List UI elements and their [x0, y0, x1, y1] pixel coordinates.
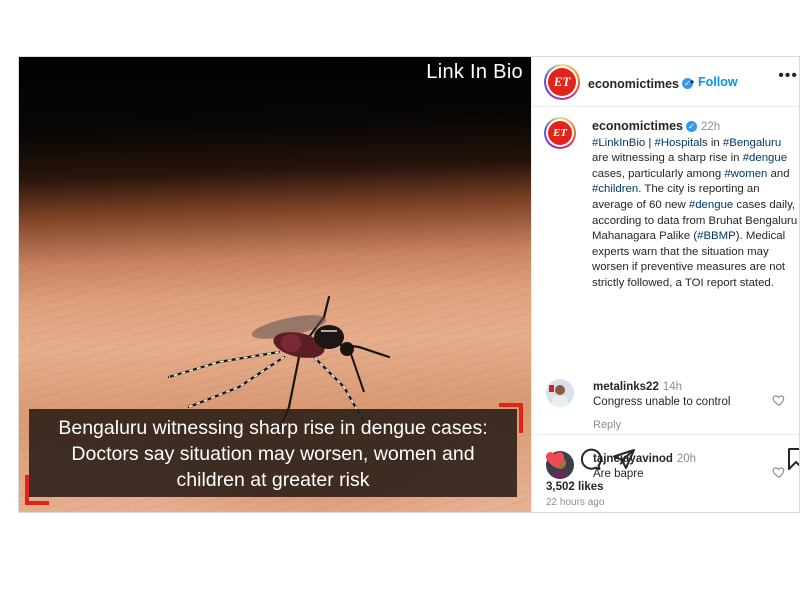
- comment-like-icon[interactable]: [772, 393, 786, 407]
- hashtag-link[interactable]: #Hospitals: [655, 137, 708, 149]
- hashtag-link[interactable]: #dengue: [743, 152, 787, 164]
- hashtag-link[interactable]: #women: [724, 168, 767, 180]
- comment-header: metalinks22 14h: [593, 381, 682, 393]
- post-actions: 3,502 likes 22 hours ago: [532, 434, 800, 512]
- image-headline: Bengaluru witnessing sharp rise in dengu…: [29, 409, 517, 497]
- post-header: ET economictimes ✓ • Follow •••: [532, 57, 799, 107]
- like-heart-icon[interactable]: [544, 447, 568, 471]
- post-timestamp: 22 hours ago: [546, 497, 605, 508]
- separator-dot: •: [690, 75, 695, 89]
- caption-text-segment: are witnessing a sharp rise in: [592, 152, 743, 165]
- caption-text-segment: cases, particularly among: [592, 167, 725, 180]
- caption-username[interactable]: economictimes: [592, 119, 683, 133]
- follow-button[interactable]: Follow: [698, 75, 738, 89]
- post-image[interactable]: Link In Bio Bengaluru witnessing sharp r…: [19, 57, 531, 512]
- caption-time: 22h: [701, 121, 721, 133]
- comment-username[interactable]: metalinks22: [593, 381, 659, 393]
- reply-button[interactable]: Reply: [593, 419, 621, 431]
- comment-bubble-icon[interactable]: [578, 447, 602, 471]
- more-options-icon[interactable]: •••: [778, 67, 798, 85]
- hashtag-link[interactable]: #LinkInBio: [592, 137, 645, 149]
- caption-text: economictimes ✓ 22h #LinkInBio | #Hospital…: [592, 119, 798, 292]
- username-text[interactable]: economictimes: [588, 77, 679, 91]
- et-logo: ET: [548, 121, 572, 145]
- caption-avatar[interactable]: ET: [544, 117, 576, 149]
- caption-text-segment: |: [645, 136, 655, 149]
- hashtag-link[interactable]: #children: [592, 183, 638, 195]
- account-avatar[interactable]: ET: [544, 64, 580, 100]
- save-bookmark-icon[interactable]: [784, 447, 800, 471]
- comment-text: Congress unable to control: [593, 396, 731, 408]
- verified-badge-icon: ✓: [686, 121, 698, 133]
- hashtag-link[interactable]: #dengue: [689, 199, 733, 211]
- commenter-avatar[interactable]: [546, 379, 574, 407]
- post-side-panel: ET economictimes ✓ • Follow ••• ET econom…: [531, 57, 800, 512]
- caption-text-segment: and: [767, 167, 790, 180]
- comment-time: 14h: [662, 381, 683, 393]
- hashtag-link[interactable]: #Bengaluru: [723, 137, 781, 149]
- instagram-post: Link In Bio Bengaluru witnessing sharp r…: [18, 56, 800, 513]
- account-username[interactable]: economictimes ✓: [588, 75, 694, 93]
- et-logo: ET: [548, 68, 576, 96]
- likes-count[interactable]: 3,502 likes: [546, 481, 604, 493]
- link-in-bio-label: Link In Bio: [426, 61, 523, 83]
- caption-text-segment: in: [707, 136, 723, 149]
- hashtag-link[interactable]: #BBMP: [697, 230, 736, 242]
- share-paper-plane-icon[interactable]: [612, 447, 636, 471]
- caption-body: #LinkInBio | #Hospitals in #Bengaluru ar…: [592, 137, 797, 289]
